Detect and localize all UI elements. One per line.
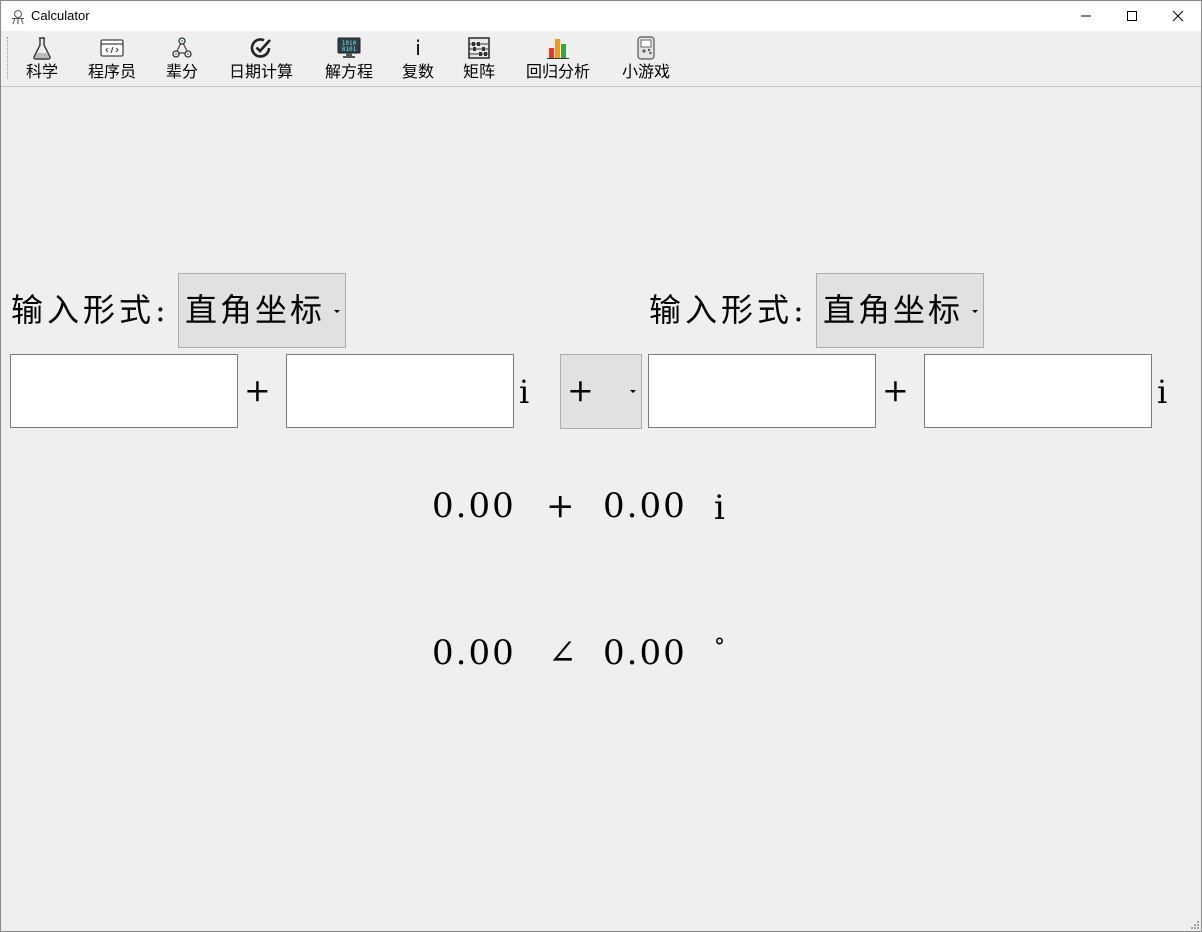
toolbar-item-label: 科学 bbox=[25, 62, 58, 81]
chevron-down-icon bbox=[630, 390, 636, 393]
game-device-icon bbox=[634, 36, 658, 60]
right-real-input[interactable] bbox=[648, 354, 876, 428]
result-plus-sign: + bbox=[546, 486, 577, 526]
result-angle-value: 0.00 bbox=[603, 633, 687, 673]
binary-monitor-icon: 1010 0101 bbox=[337, 36, 361, 60]
right-imag-input[interactable] bbox=[924, 354, 1152, 428]
operator-combo[interactable]: + bbox=[560, 354, 642, 429]
result-imag-unit: i bbox=[714, 488, 727, 528]
left-input-form-label: 输入形式: bbox=[11, 291, 170, 329]
toolbar-grip[interactable] bbox=[7, 37, 10, 79]
result-imag-value: 0.00 bbox=[603, 486, 687, 526]
code-window-icon bbox=[100, 36, 124, 60]
bar-chart-icon bbox=[546, 36, 570, 60]
operator-value: + bbox=[567, 371, 597, 409]
toolbar-item-programmer[interactable]: 程序员 bbox=[84, 36, 140, 84]
toolbar-item-regression[interactable]: 回归分析 bbox=[521, 36, 595, 84]
imaginary-i-glyph: i bbox=[415, 36, 421, 60]
right-input-form-label: 输入形式: bbox=[649, 291, 808, 329]
toolbar-item-complex[interactable]: i 复数 bbox=[399, 36, 437, 84]
toolbar-item-label: 解方程 bbox=[324, 62, 373, 81]
right-plus-sign: + bbox=[882, 371, 909, 409]
toolbar-item-label: 日期计算 bbox=[228, 62, 293, 81]
toolbar-item-label: 矩阵 bbox=[462, 62, 495, 81]
left-input-form-combo[interactable]: 直角坐标 bbox=[178, 273, 346, 348]
toolbar-item-label: 回归分析 bbox=[525, 62, 590, 81]
result-real-value: 0.00 bbox=[432, 486, 516, 526]
toolbar-item-label: 小游戏 bbox=[621, 62, 670, 81]
toolbar-item-generation[interactable]: 辈分 bbox=[163, 36, 201, 84]
window-frame bbox=[0, 0, 1202, 932]
minimize-button[interactable] bbox=[1063, 1, 1109, 31]
close-button[interactable] bbox=[1155, 1, 1201, 31]
toolbar-item-label: 辈分 bbox=[165, 62, 198, 81]
left-plus-sign: + bbox=[244, 371, 271, 409]
resize-grip-icon[interactable] bbox=[1190, 920, 1200, 930]
toolbar-item-label: 复数 bbox=[401, 62, 434, 81]
degree-unit: ° bbox=[714, 635, 727, 660]
chevron-down-icon bbox=[972, 310, 978, 313]
imaginary-i-icon: i bbox=[406, 36, 430, 60]
family-tree-icon bbox=[170, 36, 194, 60]
right-input-form-value: 直角坐标 bbox=[823, 291, 964, 329]
toolbar-item-matrix[interactable]: 矩阵 bbox=[460, 36, 498, 84]
mode-toolbar: 科学 程序员 辈分 日期计算 1010 0101 解方程 i 复数 矩阵 回归分… bbox=[1, 31, 1201, 87]
toolbar-item-date-calc[interactable]: 日期计算 bbox=[224, 36, 298, 84]
left-input-form-value: 直角坐标 bbox=[185, 291, 326, 329]
left-imag-input[interactable] bbox=[286, 354, 514, 428]
window-title: Calculator bbox=[31, 8, 90, 23]
angle-symbol: ∠ bbox=[548, 633, 579, 673]
maximize-button[interactable] bbox=[1109, 1, 1155, 31]
left-imag-unit: i bbox=[519, 373, 530, 411]
abacus-icon bbox=[467, 36, 491, 60]
minimize-icon bbox=[1081, 15, 1091, 17]
toolbar-item-equation[interactable]: 1010 0101 解方程 bbox=[321, 36, 377, 84]
flask-icon bbox=[30, 36, 54, 60]
title-bar[interactable]: Calculator bbox=[1, 1, 1201, 31]
right-input-form-combo[interactable]: 直角坐标 bbox=[816, 273, 984, 348]
toolbar-item-science[interactable]: 科学 bbox=[23, 36, 61, 84]
svg-text:0101: 0101 bbox=[342, 46, 357, 53]
calculator-app-icon bbox=[12, 10, 24, 25]
close-icon bbox=[1172, 10, 1184, 22]
chevron-down-icon bbox=[334, 310, 340, 313]
result-modulus-value: 0.00 bbox=[432, 633, 516, 673]
right-imag-unit: i bbox=[1157, 373, 1168, 411]
date-check-icon bbox=[249, 36, 273, 60]
left-real-input[interactable] bbox=[10, 354, 238, 428]
toolbar-item-label: 程序员 bbox=[87, 62, 136, 81]
toolbar-item-mini-games[interactable]: 小游戏 bbox=[618, 36, 674, 84]
maximize-icon bbox=[1127, 11, 1137, 21]
